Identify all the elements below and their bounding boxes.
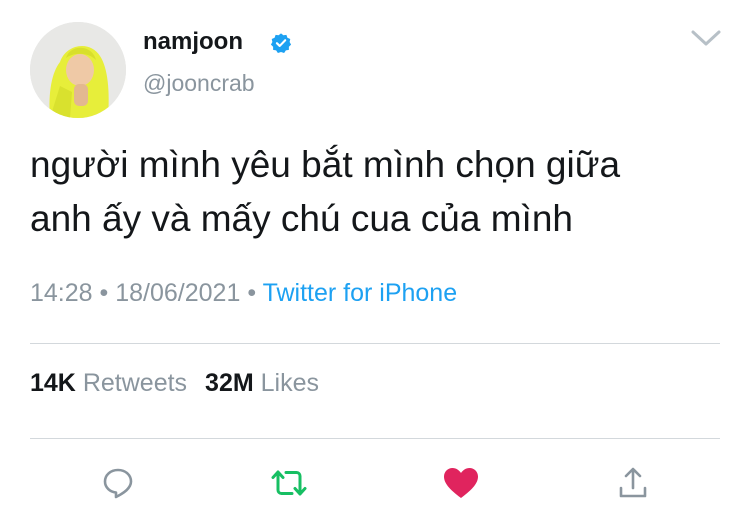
like-button[interactable] (441, 463, 481, 503)
user-handle[interactable]: @jooncrab (143, 70, 255, 97)
meta-separator: • (99, 279, 109, 307)
tweet-text-line: anh ấy và mấy chú cua của mình (30, 198, 573, 239)
tweet-meta: 14:28 • 18/06/2021 • Twitter for iPhone (30, 279, 457, 308)
heart-icon (444, 468, 478, 498)
divider (30, 343, 720, 344)
tweet-text-line: người mình yêu bắt mình chọn giữa (30, 144, 621, 185)
verified-badge-icon (270, 33, 292, 53)
divider (30, 438, 720, 439)
tweet-date: 18/06/2021 (115, 279, 241, 307)
tweet-text: người mình yêu bắt mình chọn giữa anh ấy… (30, 138, 720, 246)
share-button[interactable] (613, 463, 653, 503)
retweet-icon (271, 470, 307, 496)
reply-bubble-icon (103, 468, 133, 499)
tweet-source-link[interactable]: Twitter for iPhone (263, 279, 458, 307)
likes-label: Likes (260, 369, 320, 397)
tweet-stats: 14K Retweets 32M Likes (30, 369, 319, 398)
display-name[interactable]: namjoon (143, 28, 243, 56)
retweets-stat[interactable]: 14K Retweets (30, 369, 187, 397)
retweets-label: Retweets (82, 369, 188, 397)
likes-stat[interactable]: 32M Likes (205, 369, 319, 397)
share-icon (619, 467, 647, 498)
avatar-image (30, 22, 126, 118)
meta-separator: • (247, 279, 257, 307)
profile-avatar[interactable] (30, 22, 126, 118)
likes-count: 32M (205, 369, 254, 397)
tweet-time: 14:28 (30, 279, 93, 307)
retweet-button[interactable] (269, 463, 309, 503)
chevron-down-icon[interactable] (690, 28, 722, 48)
reply-button[interactable] (98, 463, 138, 503)
retweets-count: 14K (30, 369, 76, 397)
